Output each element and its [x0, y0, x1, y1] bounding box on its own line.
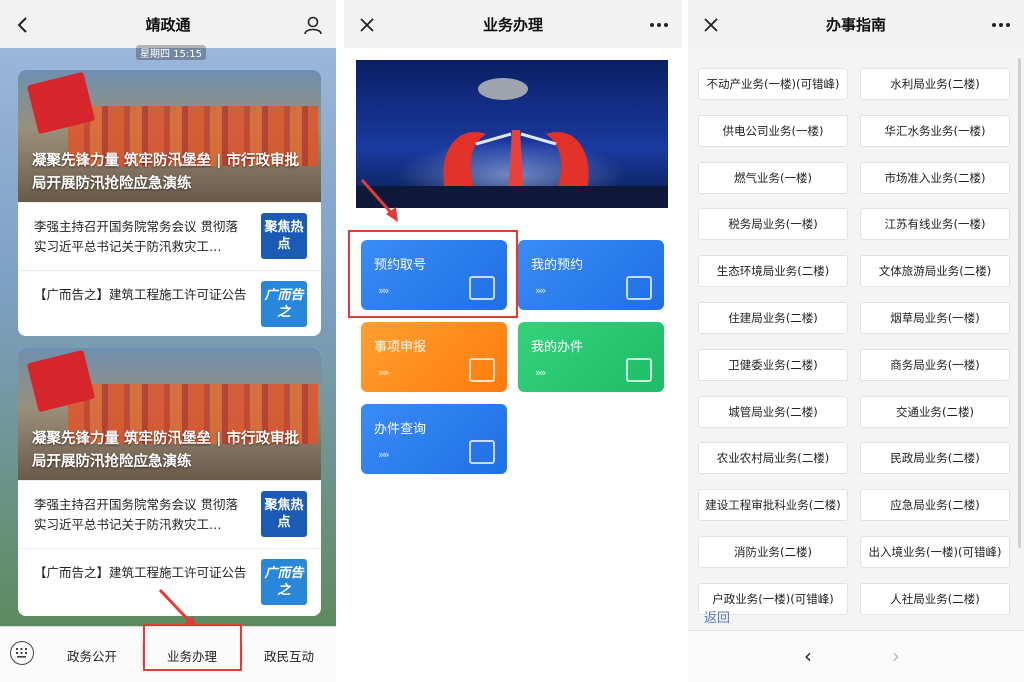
guide-button[interactable]: 民政局业务(二楼): [860, 442, 1010, 475]
guide-button[interactable]: 人社局业务(二楼): [860, 582, 1010, 615]
guide-button[interactable]: 供电公司业务(一楼): [698, 114, 848, 147]
scrollbar[interactable]: [1018, 58, 1021, 548]
guide-button[interactable]: 交通业务(二楼): [860, 395, 1010, 428]
service-guide-screen: 办事指南 不动产业务(一楼)(可错峰) 水利局业务(二楼) 供电公司业务(一楼) 华汇…: [688, 0, 1024, 682]
news-item[interactable]: 李强主持召开国务院常务会议 贯彻落实习近平总书记关于防汛救灾工… 聚焦热点: [18, 480, 321, 548]
search-document-icon: [469, 440, 495, 464]
guide-button[interactable]: 文体旅游局业务(二楼): [860, 255, 1010, 288]
tile-label: 事项申报: [374, 340, 427, 355]
tile-label: 我的办件: [531, 340, 584, 355]
news-card: 凝聚先锋力量 筑牢防汛堡垒 | 市行政审批局开展防汛抢险应急演练 李强主持召开国…: [18, 348, 321, 616]
guide-button[interactable]: 燃气业务(一楼): [698, 161, 848, 194]
tile-label: 我的预约: [531, 258, 584, 273]
page-title: 办事指南: [825, 15, 886, 34]
guide-button[interactable]: 消防业务(二楼): [698, 536, 848, 568]
more-icon[interactable]: [648, 14, 670, 36]
guide-button[interactable]: 烟草局业务(一楼): [860, 302, 1010, 334]
nav-gov-affairs[interactable]: 政务公开: [44, 627, 140, 682]
calendar-icon: [626, 276, 652, 300]
guide-button[interactable]: 税务局业务(一楼): [698, 208, 848, 241]
nav-forward-icon[interactable]: ›: [892, 643, 900, 669]
close-icon[interactable]: [700, 14, 722, 36]
nav-back-icon[interactable]: ‹: [804, 643, 812, 669]
hero-caption: 凝聚先锋力量 筑牢防汛堡垒 | 市行政审批局开展防汛抢险应急演练: [32, 431, 299, 470]
annotation-highlight-box: [143, 624, 242, 671]
guide-button[interactable]: 建设工程审批科业务(二楼): [698, 489, 848, 522]
tile-case-query[interactable]: 办件查询 »»: [361, 404, 507, 474]
document-icon: [469, 358, 495, 382]
news-thumb: 广而告之: [261, 559, 307, 605]
news-item-title: 【广而告之】建筑工程施工许可证公告: [34, 287, 247, 302]
annotation-highlight-box: [348, 230, 518, 318]
chevrons-icon: »»: [535, 366, 547, 379]
business-handling-screen: 业务办理 预约取号 »» 我的预约 »» 事项申报 »» 我的办件 »» 办件查…: [344, 0, 682, 682]
guide-button[interactable]: 应急局业务(二楼): [860, 489, 1010, 522]
top-bar: 办事指南: [688, 0, 1024, 48]
guide-button[interactable]: 卫健委业务(二楼): [698, 348, 848, 381]
news-item-title: 李强主持召开国务院常务会议 贯彻落实习近平总书记关于防汛救灾工…: [34, 497, 238, 532]
top-bar: 业务办理: [344, 0, 682, 48]
tile-my-appointments[interactable]: 我的预约 »»: [518, 240, 664, 310]
tile-item-declaration[interactable]: 事项申报 »»: [361, 322, 507, 392]
news-thumb: 聚焦热点: [261, 213, 307, 259]
guide-button[interactable]: 华汇水务业务(一楼): [860, 114, 1010, 147]
guide-button[interactable]: 城管局业务(二楼): [698, 395, 848, 428]
annotation-arrow: [360, 179, 398, 222]
back-chevron-icon[interactable]: [12, 14, 34, 36]
app-title: 靖政通: [145, 15, 191, 34]
clipboard-icon: [626, 358, 652, 382]
back-link[interactable]: 返回: [704, 607, 730, 626]
news-item-title: 李强主持召开国务院常务会议 贯彻落实习近平总书记关于防汛救灾工…: [34, 219, 238, 254]
keyboard-icon[interactable]: [10, 641, 34, 665]
news-item-title: 【广而告之】建筑工程施工许可证公告: [34, 565, 247, 580]
guide-button[interactable]: 农业农村局业务(二楼): [698, 442, 848, 475]
page-title: 业务办理: [482, 15, 543, 34]
guide-button[interactable]: 市场准入业务(二楼): [860, 161, 1010, 194]
news-thumb: 聚焦热点: [261, 491, 307, 537]
news-item[interactable]: 李强主持召开国务院常务会议 贯彻落实习近平总书记关于防汛救灾工… 聚焦热点: [18, 202, 321, 270]
tile-label: 办件查询: [374, 422, 427, 437]
chevrons-icon: »»: [378, 448, 390, 461]
jingzhengtong-home-screen: 靖政通 星期四 15:15 凝聚先锋力量 筑牢防汛堡垒 | 市行政审批局开展防汛…: [0, 0, 336, 682]
news-item[interactable]: 【广而告之】建筑工程施工许可证公告 广而告之: [18, 270, 321, 336]
guide-button[interactable]: 生态环境局业务(二楼): [698, 255, 848, 288]
news-hero[interactable]: 凝聚先锋力量 筑牢防汛堡垒 | 市行政审批局开展防汛抢险应急演练: [18, 70, 321, 202]
user-icon[interactable]: [302, 14, 324, 36]
browser-nav-bar: ‹ ›: [688, 630, 1024, 682]
message-timestamp: 星期四 15:15: [136, 45, 206, 60]
news-thumb: 广而告之: [261, 281, 307, 327]
hero-caption: 凝聚先锋力量 筑牢防汛堡垒 | 市行政审批局开展防汛抢险应急演练: [32, 153, 299, 192]
chevrons-icon: »»: [535, 284, 547, 297]
more-icon[interactable]: [990, 14, 1012, 36]
guide-button[interactable]: 出入境业务(一楼)(可错峰): [860, 536, 1010, 568]
guide-button[interactable]: 商务局业务(一楼): [860, 348, 1010, 381]
close-icon[interactable]: [356, 14, 378, 36]
news-hero[interactable]: 凝聚先锋力量 筑牢防汛堡垒 | 市行政审批局开展防汛抢险应急演练: [18, 348, 321, 480]
banner-moon: [478, 78, 528, 100]
chevrons-icon: »»: [378, 366, 390, 379]
guide-button[interactable]: 不动产业务(一楼)(可错峰): [698, 68, 848, 100]
nav-interaction[interactable]: 政民互动: [242, 627, 336, 682]
guide-button[interactable]: 江苏有线业务(一楼): [860, 208, 1010, 241]
guide-button[interactable]: 水利局业务(二楼): [860, 68, 1010, 100]
tile-my-cases[interactable]: 我的办件 »»: [518, 322, 664, 392]
top-bar: 靖政通: [0, 0, 336, 48]
guide-button[interactable]: 住建局业务(二楼): [698, 302, 848, 334]
news-card: 凝聚先锋力量 筑牢防汛堡垒 | 市行政审批局开展防汛抢险应急演练 李强主持召开国…: [18, 70, 321, 336]
